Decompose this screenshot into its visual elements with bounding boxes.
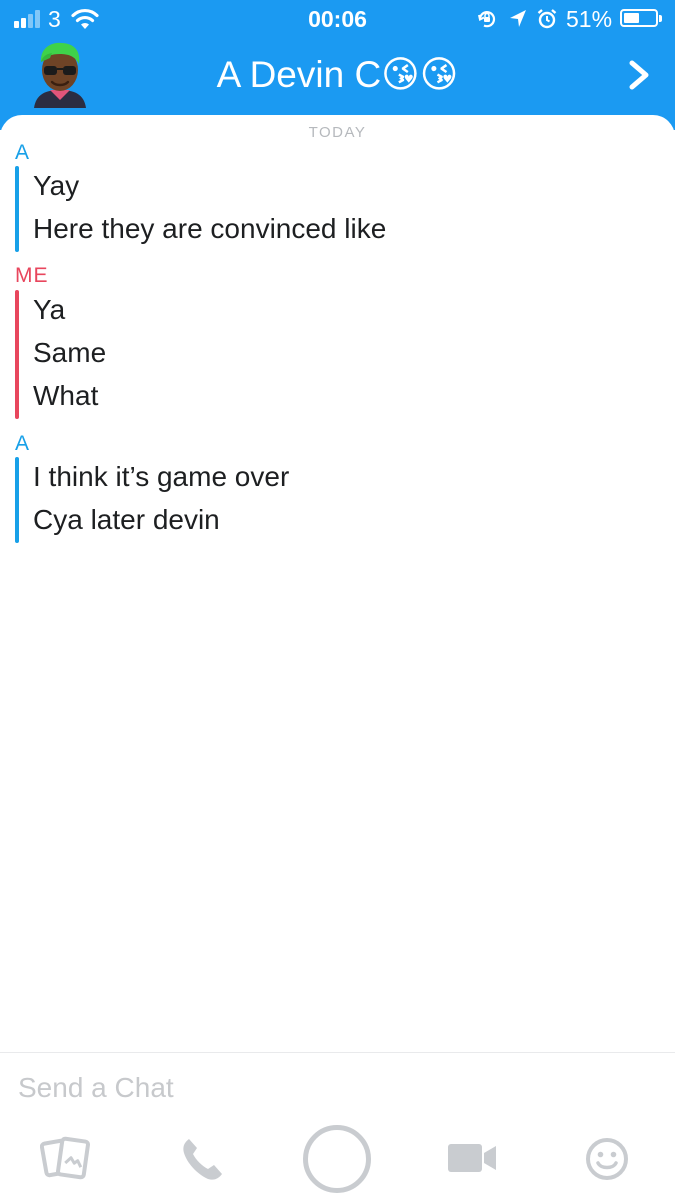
smiley-icon[interactable]: [584, 1136, 630, 1182]
status-bar: 3 00:06 51%: [0, 0, 675, 38]
avatar[interactable]: [28, 40, 92, 108]
composer-divider: [0, 1052, 675, 1053]
contact-name[interactable]: A Devin C😘😘: [120, 50, 555, 100]
chat-area[interactable]: [0, 115, 675, 1053]
message-text[interactable]: Here they are convinced like: [33, 211, 386, 247]
message-text[interactable]: Ya: [33, 292, 65, 328]
location-icon: [510, 10, 526, 27]
message-group: A Yay Here they are convinced like: [0, 142, 675, 254]
sender-bar: [15, 166, 19, 252]
orientation-lock-icon: [478, 11, 496, 28]
photo-cards-icon[interactable]: [40, 1134, 96, 1184]
sender-name: ME: [15, 264, 49, 287]
chevron-right-icon[interactable]: [622, 57, 656, 93]
sender-bar: [15, 457, 19, 543]
alarm-icon: [537, 9, 557, 29]
battery-percent: 51%: [566, 6, 613, 32]
capture-button[interactable]: [303, 1125, 371, 1193]
chat-input[interactable]: Send a Chat: [18, 1070, 638, 1106]
message-text[interactable]: Yay: [33, 168, 79, 204]
chat-header: 3 00:06 51% A Devin C😘😘: [0, 0, 675, 130]
message-text[interactable]: What: [33, 378, 98, 414]
battery-icon: [620, 9, 662, 27]
day-label: TODAY: [308, 124, 367, 141]
sender-name: A: [15, 432, 31, 455]
message-text[interactable]: Cya later devin: [33, 502, 220, 538]
message-group: ME Ya Same What: [0, 265, 675, 421]
sender-name: A: [15, 141, 31, 164]
message-group: A I think it’s game over Cya later devin: [0, 433, 675, 545]
video-camera-icon[interactable]: [446, 1140, 498, 1176]
message-text[interactable]: I think it’s game over: [33, 459, 289, 495]
phone-icon[interactable]: [178, 1134, 228, 1184]
message-text[interactable]: Same: [33, 335, 106, 371]
sender-bar: [15, 290, 19, 419]
